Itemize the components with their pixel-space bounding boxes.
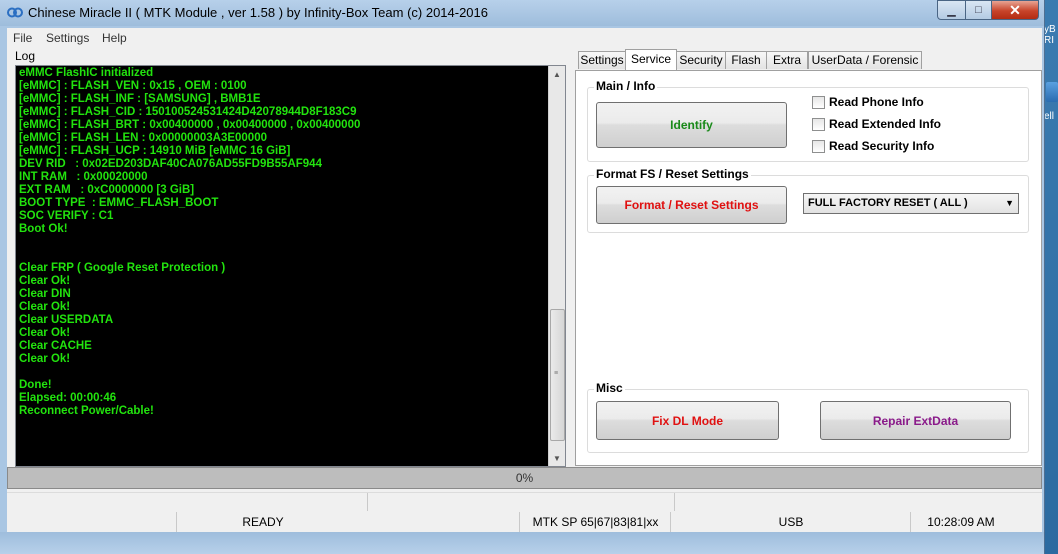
- progress-bar: 0%: [7, 467, 1042, 489]
- app-window: Chinese Miracle II ( MTK Module , ver 1.…: [0, 0, 1045, 554]
- log-line: eMMC FlashIC initialized: [19, 67, 154, 79]
- desktop-text-fragment: RI: [1044, 35, 1054, 46]
- scroll-up-icon[interactable]: ▲: [549, 66, 565, 82]
- format-reset-title: Format FS / Reset Settings: [594, 167, 751, 181]
- log-line: Done!: [19, 379, 52, 391]
- tab-extra[interactable]: Extra: [766, 51, 808, 69]
- scroll-thumb[interactable]: ≡: [550, 309, 565, 441]
- log-line: BOOT TYPE : EMMC_FLASH_BOOT: [19, 197, 219, 209]
- log-line: [eMMC] : FLASH_VEN : 0x15 , OEM : 0100: [19, 80, 247, 92]
- log-line: Clear FRP ( Google Reset Protection ): [19, 262, 226, 274]
- service-panel: Main / Info Identify Read Phone Info Rea…: [575, 70, 1042, 466]
- title-bar[interactable]: Chinese Miracle II ( MTK Module , ver 1.…: [0, 0, 1044, 26]
- menu-help[interactable]: Help: [102, 31, 127, 45]
- status-divider: [367, 493, 368, 511]
- checkbox-box[interactable]: [812, 117, 825, 131]
- tab-security[interactable]: Security: [676, 51, 726, 69]
- checkbox-box[interactable]: [812, 139, 825, 153]
- status-state-text: READY: [242, 515, 284, 529]
- misc-group: Misc Fix DL Mode Repair ExtData: [587, 381, 1029, 453]
- read-phone-info-checkbox[interactable]: Read Phone Info: [812, 95, 924, 109]
- menu-settings[interactable]: Settings: [46, 31, 89, 45]
- main-info-group: Main / Info Identify Read Phone Info Rea…: [587, 79, 1029, 162]
- tab-flash[interactable]: Flash: [725, 51, 767, 69]
- desktop-text-fragment: yB: [1044, 24, 1056, 35]
- status-bar: READY MTK SP 65|67|83|81|xx USB 10:28:09…: [7, 512, 1042, 532]
- reset-mode-select[interactable]: FULL FACTORY RESET ( ALL ) ▼: [803, 193, 1019, 214]
- status-time: 10:28:09 AM: [910, 512, 1011, 532]
- log-line: Reconnect Power/Cable!: [19, 405, 154, 417]
- desktop-text-fragment: ell: [1044, 111, 1055, 122]
- tab-userdata-forensic[interactable]: UserData / Forensic: [808, 51, 922, 69]
- repair-extdata-button[interactable]: Repair ExtData: [820, 401, 1011, 440]
- log-line: DEV RID : 0x02ED203DAF40CA076AD55FD9B55A…: [19, 158, 322, 170]
- misc-title: Misc: [594, 381, 625, 395]
- log-line: Clear Ok!: [19, 275, 71, 287]
- status-bar-upper: [7, 492, 1042, 511]
- menu-file[interactable]: File: [13, 31, 32, 45]
- format-reset-button[interactable]: Format / Reset Settings: [596, 186, 787, 224]
- log-line: Boot Ok!: [19, 223, 68, 235]
- tab-service[interactable]: Service: [625, 49, 677, 70]
- repair-extdata-label: Repair ExtData: [872, 413, 959, 428]
- status-chipset: MTK SP 65|67|83|81|xx: [519, 512, 671, 532]
- window-bottom-border: [0, 532, 1044, 554]
- checkbox-box[interactable]: [812, 95, 825, 109]
- log-line: Clear CACHE: [19, 340, 92, 352]
- log-line: Clear DIN: [19, 288, 71, 300]
- app-logo-icon: [7, 7, 23, 18]
- scroll-down-icon[interactable]: ▼: [549, 450, 565, 466]
- status-connection: USB: [670, 512, 911, 532]
- status-state: READY: [176, 512, 349, 532]
- read-extended-info-label: Read Extended Info: [829, 117, 942, 131]
- log-line: [eMMC] : FLASH_UCP : 14910 MiB [eMMC 16 …: [19, 145, 291, 157]
- grip-icon: ≡: [554, 370, 559, 377]
- log-line: Clear Ok!: [19, 353, 71, 365]
- fix-dl-mode-label: Fix DL Mode: [651, 413, 724, 428]
- chevron-down-icon: ▼: [1005, 198, 1014, 208]
- status-connection-text: USB: [778, 515, 804, 529]
- client-area: File Settings Help Log eMMC FlashIC init…: [7, 28, 1042, 532]
- maximize-button[interactable]: □: [966, 0, 992, 20]
- status-time-text: 10:28:09 AM: [927, 515, 995, 529]
- identify-label: Identify: [670, 118, 713, 132]
- progress-text: 0%: [515, 471, 534, 485]
- read-security-info-checkbox[interactable]: Read Security Info: [812, 139, 934, 153]
- log-text: eMMC FlashIC initialized [eMMC] : FLASH_V…: [19, 67, 539, 463]
- status-chipset-text: MTK SP 65|67|83|81|xx: [532, 515, 659, 529]
- fix-dl-mode-button[interactable]: Fix DL Mode: [596, 401, 779, 440]
- log-line: [eMMC] : FLASH_BRT : 0x00400000 , 0x0040…: [19, 119, 361, 131]
- log-line: Clear Ok!: [19, 327, 71, 339]
- read-extended-info-checkbox[interactable]: Read Extended Info: [812, 117, 941, 131]
- status-divider: [674, 493, 675, 511]
- log-label: Log: [15, 49, 36, 63]
- log-line: EXT RAM : 0xC0000000 [3 GiB]: [19, 184, 195, 196]
- read-phone-info-label: Read Phone Info: [829, 95, 924, 109]
- format-reset-label: Format / Reset Settings: [624, 198, 759, 212]
- log-line: SOC VERIFY : C1: [19, 210, 114, 222]
- log-line: Elapsed: 00:00:46: [19, 392, 117, 404]
- log-scrollbar[interactable]: ▲ ≡ ▼: [548, 66, 565, 466]
- close-button[interactable]: ✕: [992, 0, 1039, 20]
- minimize-button[interactable]: ▁: [937, 0, 966, 20]
- format-reset-group: Format FS / Reset Settings Format / Rese…: [587, 167, 1029, 233]
- window-title: Chinese Miracle II ( MTK Module , ver 1.…: [28, 5, 489, 20]
- log-line: [eMMC] : FLASH_LEN : 0x00000003A3E00000: [19, 132, 267, 144]
- log-line: Clear USERDATA: [19, 314, 114, 326]
- log-line: [eMMC] : FLASH_CID : 150100524531424D420…: [19, 106, 357, 118]
- identify-button[interactable]: Identify: [596, 102, 787, 148]
- read-security-info-label: Read Security Info: [829, 139, 935, 153]
- log-console[interactable]: eMMC FlashIC initialized [eMMC] : FLASH_V…: [15, 65, 566, 467]
- reset-mode-value: FULL FACTORY RESET ( ALL ): [808, 197, 968, 209]
- log-line: INT RAM : 0x00020000: [19, 171, 148, 183]
- log-line: [eMMC] : FLASH_INF : [SAMSUNG] , BMB1E: [19, 93, 261, 105]
- desktop-shortcut-icon[interactable]: [1046, 82, 1058, 102]
- main-info-title: Main / Info: [594, 79, 658, 93]
- log-line: Clear Ok!: [19, 301, 71, 313]
- menu-bar: File Settings Help: [7, 28, 1042, 48]
- tab-settings[interactable]: Settings: [578, 51, 626, 69]
